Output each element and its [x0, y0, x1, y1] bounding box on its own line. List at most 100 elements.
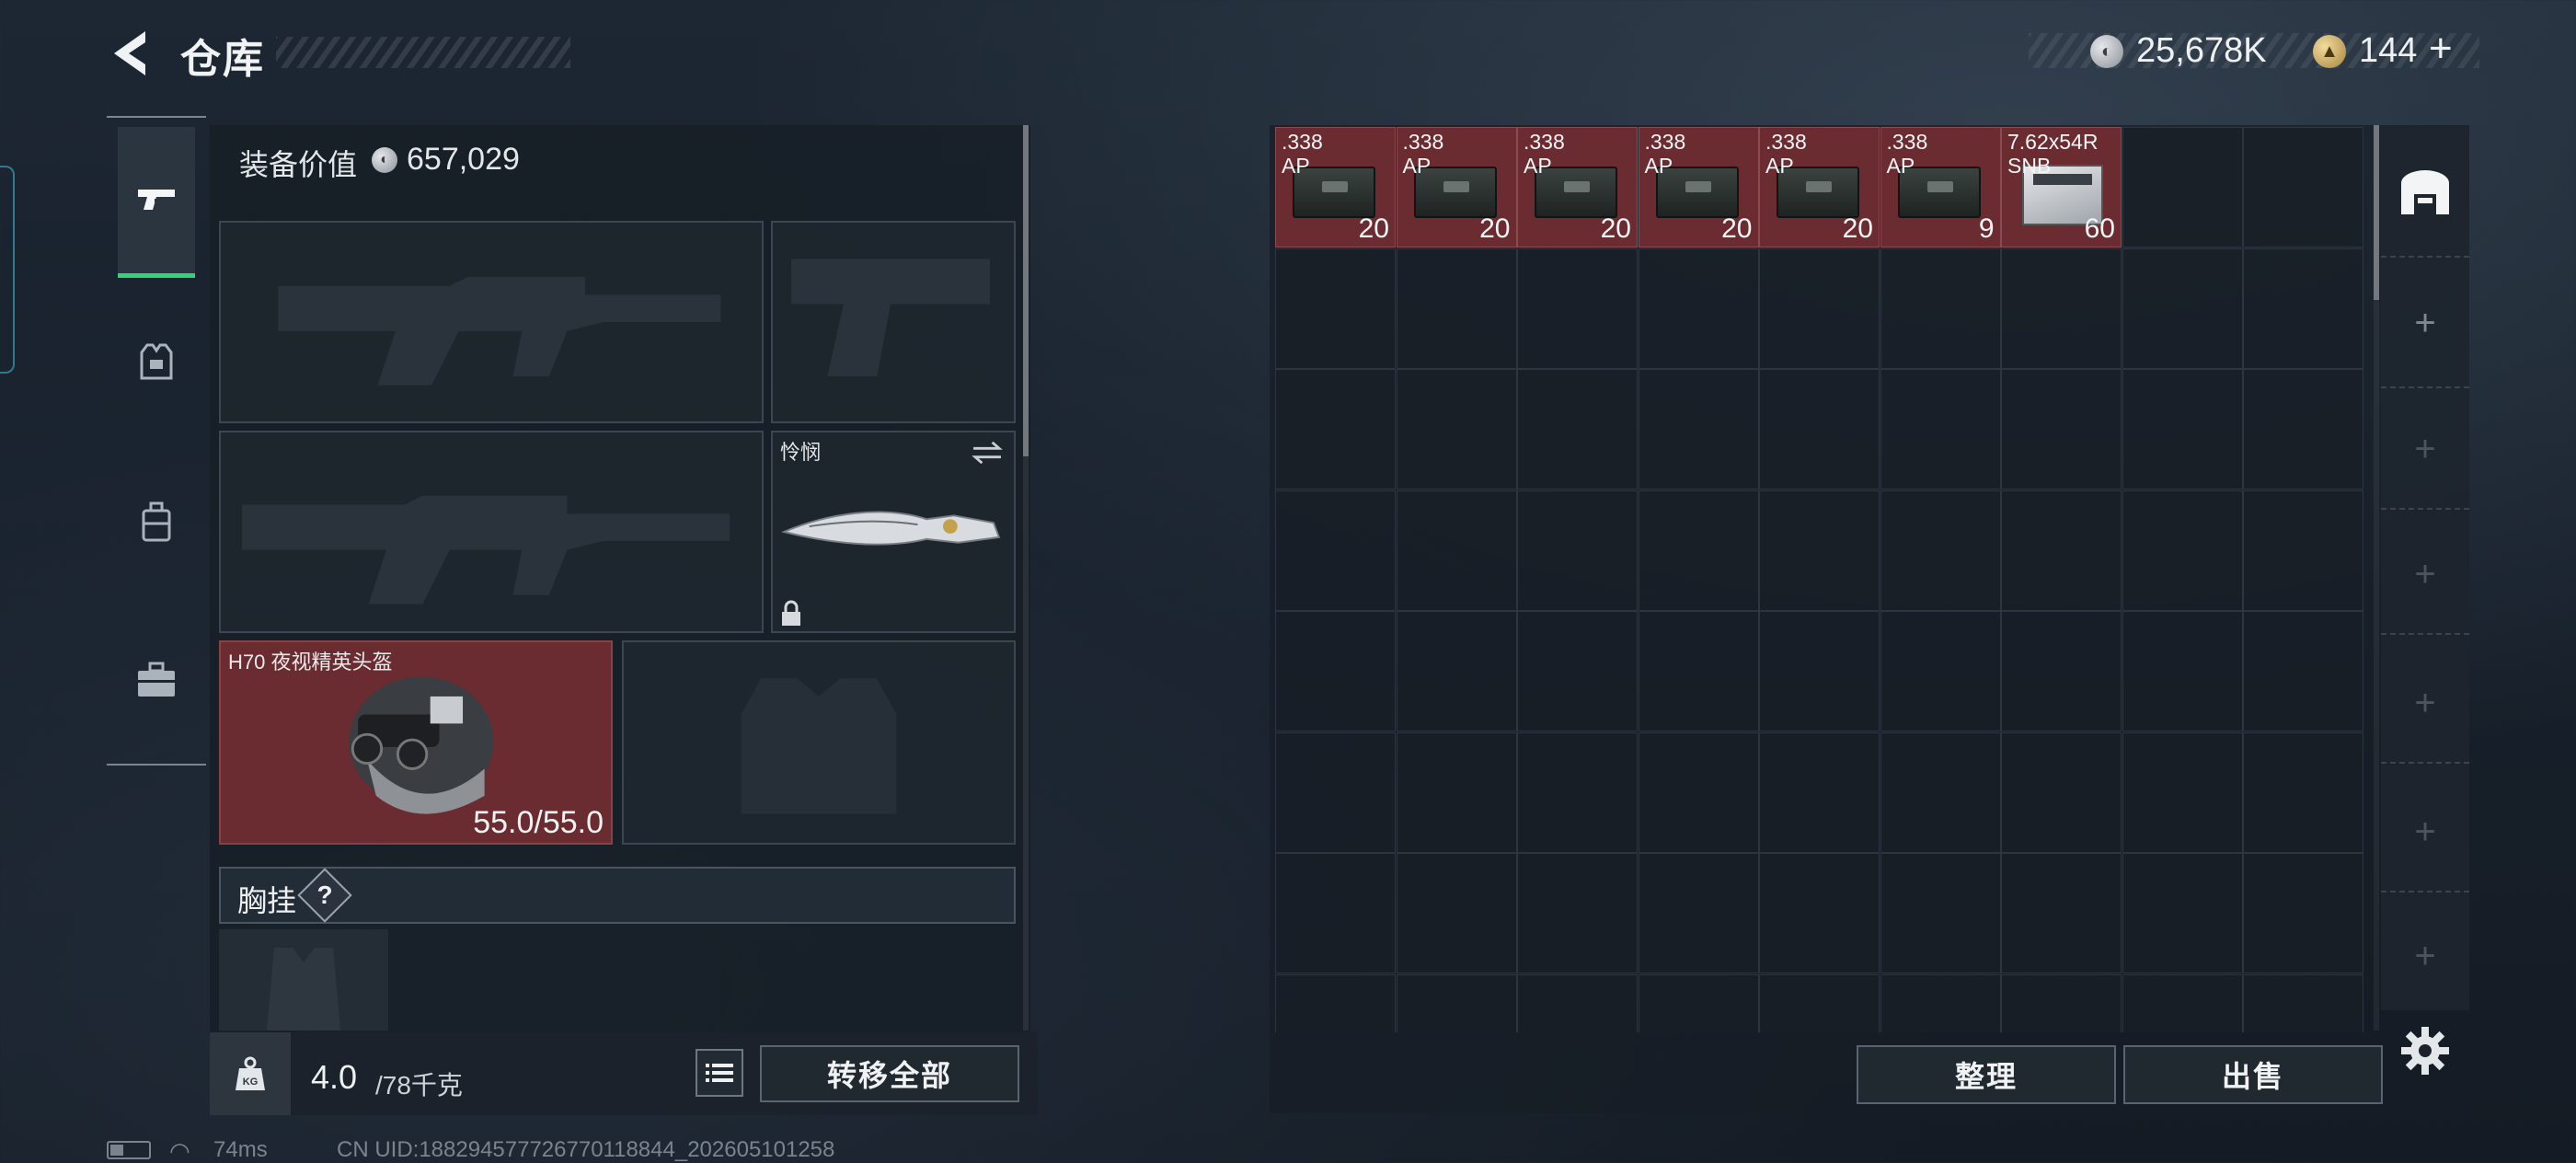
storage-cell[interactable]: [1880, 731, 2001, 853]
storage-grid[interactable]: .338 AP 20.338 AP 20.338 AP 20.338 AP 20.338…: [1275, 127, 2364, 1032]
storage-cell[interactable]: [1638, 853, 1759, 973]
storage-cell[interactable]: [1517, 248, 1638, 369]
storage-cell[interactable]: [1638, 369, 1759, 489]
storage-cell[interactable]: [2122, 127, 2243, 248]
category-weapons[interactable]: [118, 127, 195, 278]
storage-cell[interactable]: [2243, 127, 2363, 248]
storage-cell[interactable]: [1638, 731, 1759, 853]
storage-cell[interactable]: [2001, 248, 2122, 369]
storage-cell[interactable]: [2243, 731, 2363, 853]
storage-cell[interactable]: [1517, 973, 1638, 1032]
storage-cell[interactable]: [1517, 611, 1638, 731]
storage-item[interactable]: .338 AP 20: [1396, 127, 1517, 248]
add-container-button[interactable]: +: [2381, 644, 2469, 764]
storage-cell[interactable]: [1396, 973, 1517, 1032]
storage-cell[interactable]: [1880, 973, 2001, 1032]
storage-cell[interactable]: [2243, 369, 2363, 489]
storage-cell[interactable]: [1517, 369, 1638, 489]
storage-cell[interactable]: [1275, 853, 1396, 973]
storage-cell[interactable]: [1517, 489, 1638, 611]
storage-cell[interactable]: [2001, 853, 2122, 973]
storage-cell[interactable]: [1275, 489, 1396, 611]
add-container-button[interactable]: +: [2381, 902, 2469, 1010]
storage-item[interactable]: .338 AP 20: [1517, 127, 1638, 248]
storage-item[interactable]: 7.62x54R SNB 60: [2001, 127, 2122, 248]
storage-cell[interactable]: [2122, 248, 2243, 369]
chest-rig-slot[interactable]: [219, 929, 388, 1031]
storage-cell[interactable]: [2122, 369, 2243, 489]
help-icon[interactable]: ?: [305, 876, 344, 915]
storage-cell[interactable]: [1396, 853, 1517, 973]
storage-cell[interactable]: [1880, 369, 2001, 489]
storage-cell[interactable]: [1396, 489, 1517, 611]
add-currency-button[interactable]: +: [2429, 26, 2453, 72]
storage-scroll-thumb[interactable]: [2374, 125, 2379, 300]
storage-cell[interactable]: [1880, 611, 2001, 731]
storage-cell[interactable]: [1759, 369, 1880, 489]
transfer-all-button[interactable]: 转移全部: [760, 1045, 1019, 1102]
storage-cell[interactable]: [1275, 611, 1396, 731]
storage-item[interactable]: .338 AP 20: [1275, 127, 1396, 248]
storage-cell[interactable]: [1759, 731, 1880, 853]
storage-cell[interactable]: [1759, 611, 1880, 731]
storage-cell[interactable]: [2243, 853, 2363, 973]
add-container-button[interactable]: +: [2381, 259, 2469, 388]
storage-cell[interactable]: [2243, 973, 2363, 1032]
helmet-slot[interactable]: H70 夜视精英头盔 55.0/55.0: [219, 640, 613, 845]
back-button[interactable]: [109, 28, 153, 79]
storage-cell[interactable]: [1880, 489, 2001, 611]
storage-cell[interactable]: [1396, 731, 1517, 853]
storage-cell[interactable]: [2122, 731, 2243, 853]
list-view-button[interactable]: [696, 1049, 743, 1097]
storage-item[interactable]: .338 AP 20: [1759, 127, 1880, 248]
storage-cell[interactable]: [1517, 731, 1638, 853]
sell-button[interactable]: 出售: [2123, 1045, 2383, 1104]
storage-cell[interactable]: [2001, 489, 2122, 611]
storage-cell[interactable]: [1759, 489, 1880, 611]
storage-item[interactable]: .338 AP 20: [1638, 127, 1759, 248]
storage-cell[interactable]: [2001, 369, 2122, 489]
category-backpack[interactable]: [118, 480, 195, 563]
storage-cell[interactable]: [2243, 248, 2363, 369]
loadout-scroll-thumb[interactable]: [1023, 125, 1029, 456]
add-container-button[interactable]: +: [2381, 515, 2469, 635]
add-container-button[interactable]: +: [2381, 390, 2469, 510]
storage-cell[interactable]: [2122, 853, 2243, 973]
pistol-slot[interactable]: [771, 221, 1016, 423]
storage-cell[interactable]: [1396, 248, 1517, 369]
storage-cell[interactable]: [2001, 973, 2122, 1032]
settings-button[interactable]: [2398, 1023, 2453, 1078]
storage-cell[interactable]: [1275, 369, 1396, 489]
storage-cell[interactable]: [2243, 611, 2363, 731]
storage-cell[interactable]: [2122, 489, 2243, 611]
storage-cell[interactable]: [1638, 611, 1759, 731]
storage-cell[interactable]: [1759, 248, 1880, 369]
storage-cell[interactable]: [1517, 853, 1638, 973]
category-armor[interactable]: [118, 320, 195, 403]
storage-item[interactable]: .338 AP 9: [1880, 127, 2001, 248]
storage-cell[interactable]: [1638, 489, 1759, 611]
storage-cell[interactable]: [2001, 731, 2122, 853]
storage-cell[interactable]: [2122, 973, 2243, 1032]
storage-cell[interactable]: [1880, 853, 2001, 973]
melee-slot[interactable]: 怜悯: [771, 431, 1016, 633]
storage-cell[interactable]: [1638, 248, 1759, 369]
storage-cell[interactable]: [2122, 611, 2243, 731]
storage-cell[interactable]: [1759, 853, 1880, 973]
storage-cell[interactable]: [1275, 248, 1396, 369]
storage-cell[interactable]: [2001, 611, 2122, 731]
secondary-weapon-slot[interactable]: [219, 431, 764, 633]
storage-cell[interactable]: [1880, 248, 2001, 369]
primary-weapon-slot[interactable]: [219, 221, 764, 423]
container-tab-storage[interactable]: [2381, 129, 2469, 258]
storage-cell[interactable]: [1275, 973, 1396, 1032]
swap-icon[interactable]: [970, 440, 1005, 466]
storage-cell[interactable]: [1638, 973, 1759, 1032]
storage-cell[interactable]: [1275, 731, 1396, 853]
storage-cell[interactable]: [1396, 369, 1517, 489]
storage-cell[interactable]: [1396, 611, 1517, 731]
add-container-button[interactable]: +: [2381, 773, 2469, 892]
armor-slot[interactable]: [622, 640, 1016, 845]
storage-cell[interactable]: [1759, 973, 1880, 1032]
sort-button[interactable]: 整理: [1857, 1045, 2116, 1104]
